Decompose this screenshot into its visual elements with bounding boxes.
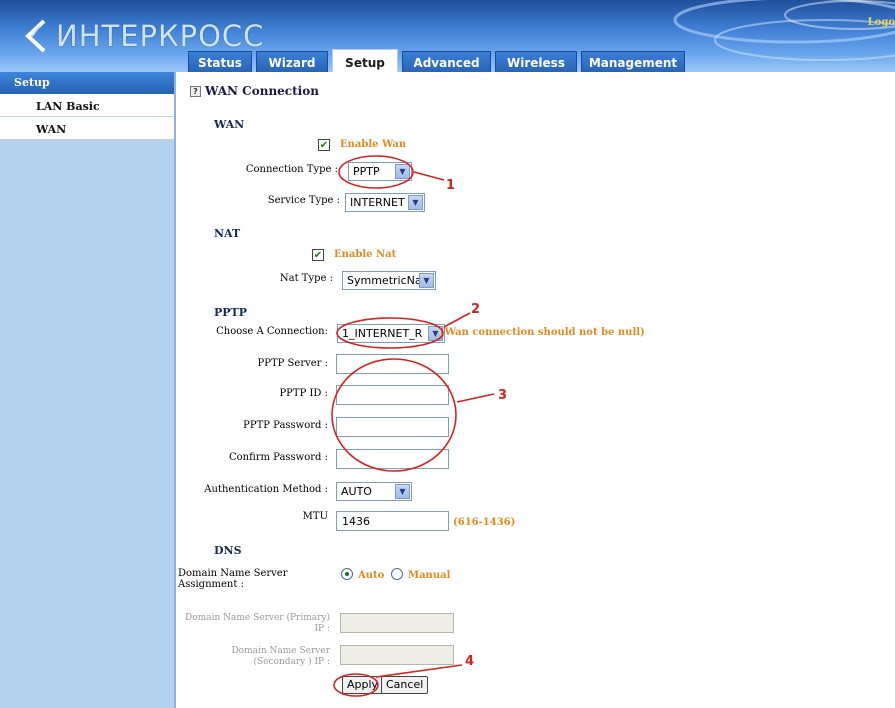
section-nat: NAT (214, 227, 241, 240)
main-tabs: Status Wizard Setup Advanced Wireless Ma… (188, 49, 689, 72)
logout-link[interactable]: Logo (868, 17, 895, 28)
choose-connection-value: 1_INTERNET_R (342, 327, 423, 340)
connection-type-select[interactable]: PPTP ▼ (348, 162, 412, 181)
tab-advanced[interactable]: Advanced (402, 51, 491, 72)
choose-connection-hint: (Wan connection should not be null) (440, 327, 645, 338)
tab-wizard[interactable]: Wizard (256, 51, 328, 72)
dns-primary-label: Domain Name Server (Primary) IP : (185, 613, 330, 634)
connection-type-value: PPTP (353, 165, 380, 178)
dns-secondary-label: Domain Name Server (Secondary ) IP : (231, 646, 330, 667)
auth-method-label: Authentication Method : (204, 484, 328, 495)
chevron-down-icon: ▼ (395, 164, 410, 179)
logo-mark-icon (25, 19, 46, 53)
auth-method-value: AUTO (341, 485, 372, 498)
dns-manual-label: Manual (408, 570, 451, 581)
mtu-range-hint: (616-1436) (453, 517, 516, 528)
pptp-id-input[interactable] (336, 385, 449, 405)
pptp-server-input[interactable] (336, 354, 449, 374)
chevron-down-icon: ▼ (408, 195, 423, 210)
confirm-password-label: Confirm Password : (228, 452, 328, 463)
annotation-label-2: 2 (471, 302, 481, 317)
dns-secondary-input[interactable] (340, 645, 454, 665)
brand-logo: ИНТЕРКРОСС (22, 18, 264, 54)
auth-method-select[interactable]: AUTO ▼ (336, 482, 412, 501)
help-icon[interactable]: ? (190, 85, 201, 97)
dns-auto-label: Auto (358, 570, 385, 581)
enable-nat-checkbox[interactable]: ✔ (312, 249, 324, 261)
dns-assignment-label: Domain Name Server Assignment : (178, 568, 288, 590)
connection-type-label: Connection Type : (245, 164, 338, 175)
service-type-label: Service Type : (267, 195, 340, 206)
annotation-label-4: 4 (465, 654, 475, 669)
tab-wireless[interactable]: Wireless (495, 51, 577, 72)
section-pptp: PPTP (214, 306, 247, 319)
page-title: ? WAN Connection (190, 84, 319, 98)
service-type-select[interactable]: INTERNET ▼ (345, 193, 425, 212)
enable-nat-label: Enable Nat (334, 249, 397, 260)
nat-type-value: SymmetricNat (347, 274, 426, 287)
confirm-password-input[interactable] (336, 449, 449, 469)
header-decoration (673, 0, 895, 61)
page-title-text: WAN Connection (205, 84, 319, 98)
chevron-down-icon: ▼ (395, 484, 410, 499)
apply-button[interactable]: Apply (342, 676, 384, 694)
enable-wan-checkbox[interactable]: ✔ (318, 139, 330, 151)
nat-type-select[interactable]: SymmetricNat ▼ (342, 271, 436, 290)
header-banner: ИНТЕРКРОСС Logo Status Wizard Setup Adva… (0, 0, 895, 72)
enable-wan-label: Enable Wan (340, 139, 407, 150)
sidebar-heading: Setup (0, 72, 174, 94)
tab-management[interactable]: Management (581, 51, 685, 72)
tab-status[interactable]: Status (188, 51, 252, 72)
tab-setup[interactable]: Setup (332, 49, 398, 72)
service-type-value: INTERNET (350, 196, 405, 209)
sidebar-item-wan[interactable]: WAN (0, 117, 174, 140)
section-dns: DNS (214, 544, 242, 557)
dns-manual-radio[interactable] (391, 568, 403, 580)
dns-primary-input[interactable] (340, 613, 454, 633)
dns-auto-radio[interactable] (341, 568, 353, 580)
sidebar-item-lan-basic[interactable]: LAN Basic (0, 94, 174, 117)
choose-connection-select[interactable]: 1_INTERNET_R ▼ (337, 324, 445, 343)
cancel-button[interactable]: Cancel (381, 676, 429, 694)
pptp-password-input[interactable] (336, 417, 449, 437)
chevron-down-icon: ▼ (419, 273, 434, 288)
pptp-server-label: PPTP Server : (257, 358, 328, 369)
nat-type-label: Nat Type : (279, 273, 333, 284)
mtu-input[interactable]: 1436 (336, 511, 449, 531)
logo-text: ИНТЕРКРОСС (56, 19, 265, 53)
pptp-id-label: PPTP ID : (279, 388, 328, 399)
sidebar: Setup LAN Basic WAN (0, 72, 176, 708)
mtu-label: MTU (302, 511, 328, 522)
section-wan: WAN (214, 118, 245, 131)
annotation-label-3: 3 (498, 388, 508, 403)
annotation-label-1: 1 (446, 178, 456, 193)
pptp-password-label: PPTP Password : (243, 420, 328, 431)
choose-connection-label: Choose A Connection: (216, 326, 328, 337)
main-content: ? WAN Connection WAN ✔ Enable Wan Connec… (178, 72, 895, 708)
